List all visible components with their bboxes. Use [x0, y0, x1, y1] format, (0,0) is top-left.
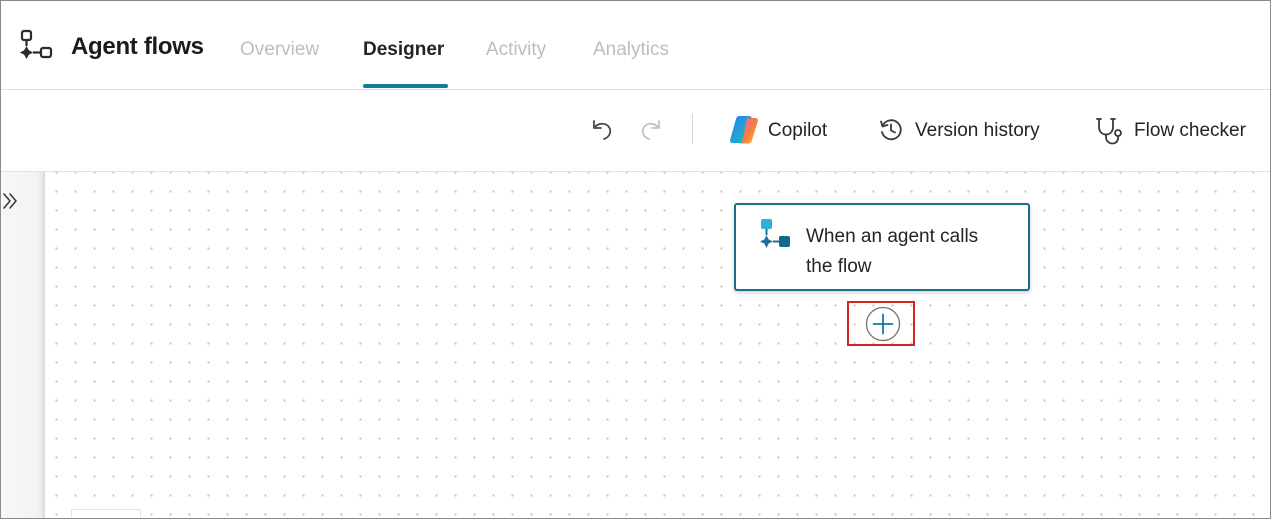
version-history-button[interactable]: Version history	[915, 120, 1040, 142]
collapsed-side-panel	[1, 172, 45, 518]
tab-overview[interactable]: Overview	[240, 39, 319, 61]
trigger-card[interactable]: When an agent calls the flow	[734, 203, 1030, 291]
trigger-card-line-1: When an agent calls	[806, 226, 979, 247]
plus-icon[interactable]	[865, 306, 901, 342]
agent-flow-icon	[760, 219, 790, 248]
side-panel-edge	[41, 172, 45, 518]
app-window: Agent flows Overview Designer Activity A…	[0, 0, 1271, 519]
page-header: Agent flows Overview Designer Activity A…	[1, 1, 1270, 90]
active-tab-indicator	[363, 84, 448, 88]
redo-icon[interactable]	[638, 117, 664, 143]
undo-icon[interactable]	[589, 117, 615, 143]
trigger-card-line-2: the flow	[806, 256, 872, 277]
trigger-card-title: When an agent calls the flow	[806, 222, 1016, 282]
stethoscope-icon[interactable]	[1095, 116, 1123, 146]
tab-designer[interactable]: Designer	[363, 39, 444, 61]
copilot-button[interactable]: Copilot	[768, 120, 827, 142]
tab-analytics[interactable]: Analytics	[593, 39, 669, 61]
expand-panel-icon[interactable]	[3, 189, 23, 213]
designer-canvas[interactable]	[1, 172, 1270, 518]
designer-toolbar: Copilot Version history Flow checker	[1, 90, 1270, 172]
tab-activity[interactable]: Activity	[486, 39, 546, 61]
history-icon[interactable]	[878, 117, 904, 143]
app-title: Agent flows	[71, 33, 204, 60]
agent-flows-icon	[20, 29, 53, 59]
copilot-icon[interactable]	[727, 114, 761, 146]
toolbar-divider	[692, 114, 693, 144]
minimap-tab[interactable]	[71, 509, 141, 518]
flow-checker-button[interactable]: Flow checker	[1134, 120, 1246, 142]
